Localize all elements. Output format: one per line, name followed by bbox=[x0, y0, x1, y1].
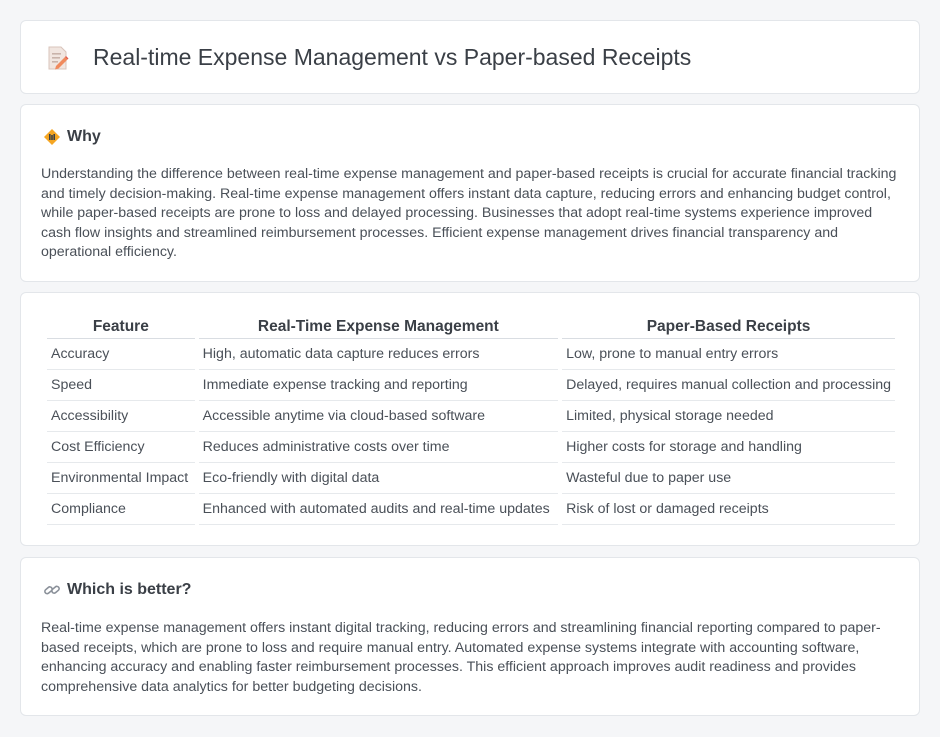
cell-realtime: Accessible anytime via cloud-based softw… bbox=[198, 401, 559, 432]
cell-feature: Accessibility bbox=[47, 401, 195, 432]
table-header-row: Feature Real-Time Expense Management Pap… bbox=[47, 315, 895, 339]
why-text: Understanding the difference between rea… bbox=[41, 166, 897, 260]
better-heading: Which is better? bbox=[43, 580, 191, 600]
table-row: Speed Immediate expense tracking and rep… bbox=[47, 370, 895, 401]
cell-paper: Low, prone to manual entry errors bbox=[562, 339, 895, 370]
diamond-signal-icon bbox=[44, 129, 60, 145]
cell-realtime: Enhanced with automated audits and real-… bbox=[198, 494, 559, 525]
header-card: Real-time Expense Management vs Paper-ba… bbox=[20, 20, 920, 94]
better-heading-label: Which is better? bbox=[67, 581, 192, 598]
cell-paper: Limited, physical storage needed bbox=[562, 401, 895, 432]
cell-paper: Delayed, requires manual collection and … bbox=[562, 370, 895, 401]
col-header-paper: Paper-Based Receipts bbox=[562, 315, 895, 339]
table-row: Compliance Enhanced with automated audit… bbox=[47, 494, 895, 525]
better-text: Real-time expense management offers inst… bbox=[41, 620, 881, 695]
col-header-feature: Feature bbox=[47, 315, 195, 339]
cell-feature: Speed bbox=[47, 370, 195, 401]
cell-feature: Accuracy bbox=[47, 339, 195, 370]
why-heading-label: Why bbox=[67, 128, 101, 145]
table-row: Accessibility Accessible anytime via clo… bbox=[47, 401, 895, 432]
table-row: Cost Efficiency Reduces administrative c… bbox=[47, 432, 895, 463]
page-title: Real-time Expense Management vs Paper-ba… bbox=[93, 44, 692, 70]
table-row: Environmental Impact Eco-friendly with d… bbox=[47, 463, 895, 494]
comparison-table: Feature Real-Time Expense Management Pap… bbox=[43, 315, 899, 525]
which-is-better-section: Which is better? Real-time expense manag… bbox=[20, 557, 920, 716]
link-icon bbox=[44, 585, 60, 595]
cell-realtime: Reduces administrative costs over time bbox=[198, 432, 559, 463]
cell-feature: Compliance bbox=[47, 494, 195, 525]
why-heading: Why bbox=[43, 127, 101, 147]
comparison-table-card: Feature Real-Time Expense Management Pap… bbox=[20, 292, 920, 546]
cell-realtime: Eco-friendly with digital data bbox=[198, 463, 559, 494]
cell-feature: Environmental Impact bbox=[47, 463, 195, 494]
cell-paper: Higher costs for storage and handling bbox=[562, 432, 895, 463]
cell-feature: Cost Efficiency bbox=[47, 432, 195, 463]
cell-paper: Risk of lost or damaged receipts bbox=[562, 494, 895, 525]
cell-realtime: High, automatic data capture reduces err… bbox=[198, 339, 559, 370]
cell-realtime: Immediate expense tracking and reporting bbox=[198, 370, 559, 401]
document-pencil-icon bbox=[48, 46, 69, 70]
why-section: Why Understanding the difference between… bbox=[20, 104, 920, 282]
table-row: Accuracy High, automatic data capture re… bbox=[47, 339, 895, 370]
cell-paper: Wasteful due to paper use bbox=[562, 463, 895, 494]
col-header-realtime: Real-Time Expense Management bbox=[198, 315, 559, 339]
